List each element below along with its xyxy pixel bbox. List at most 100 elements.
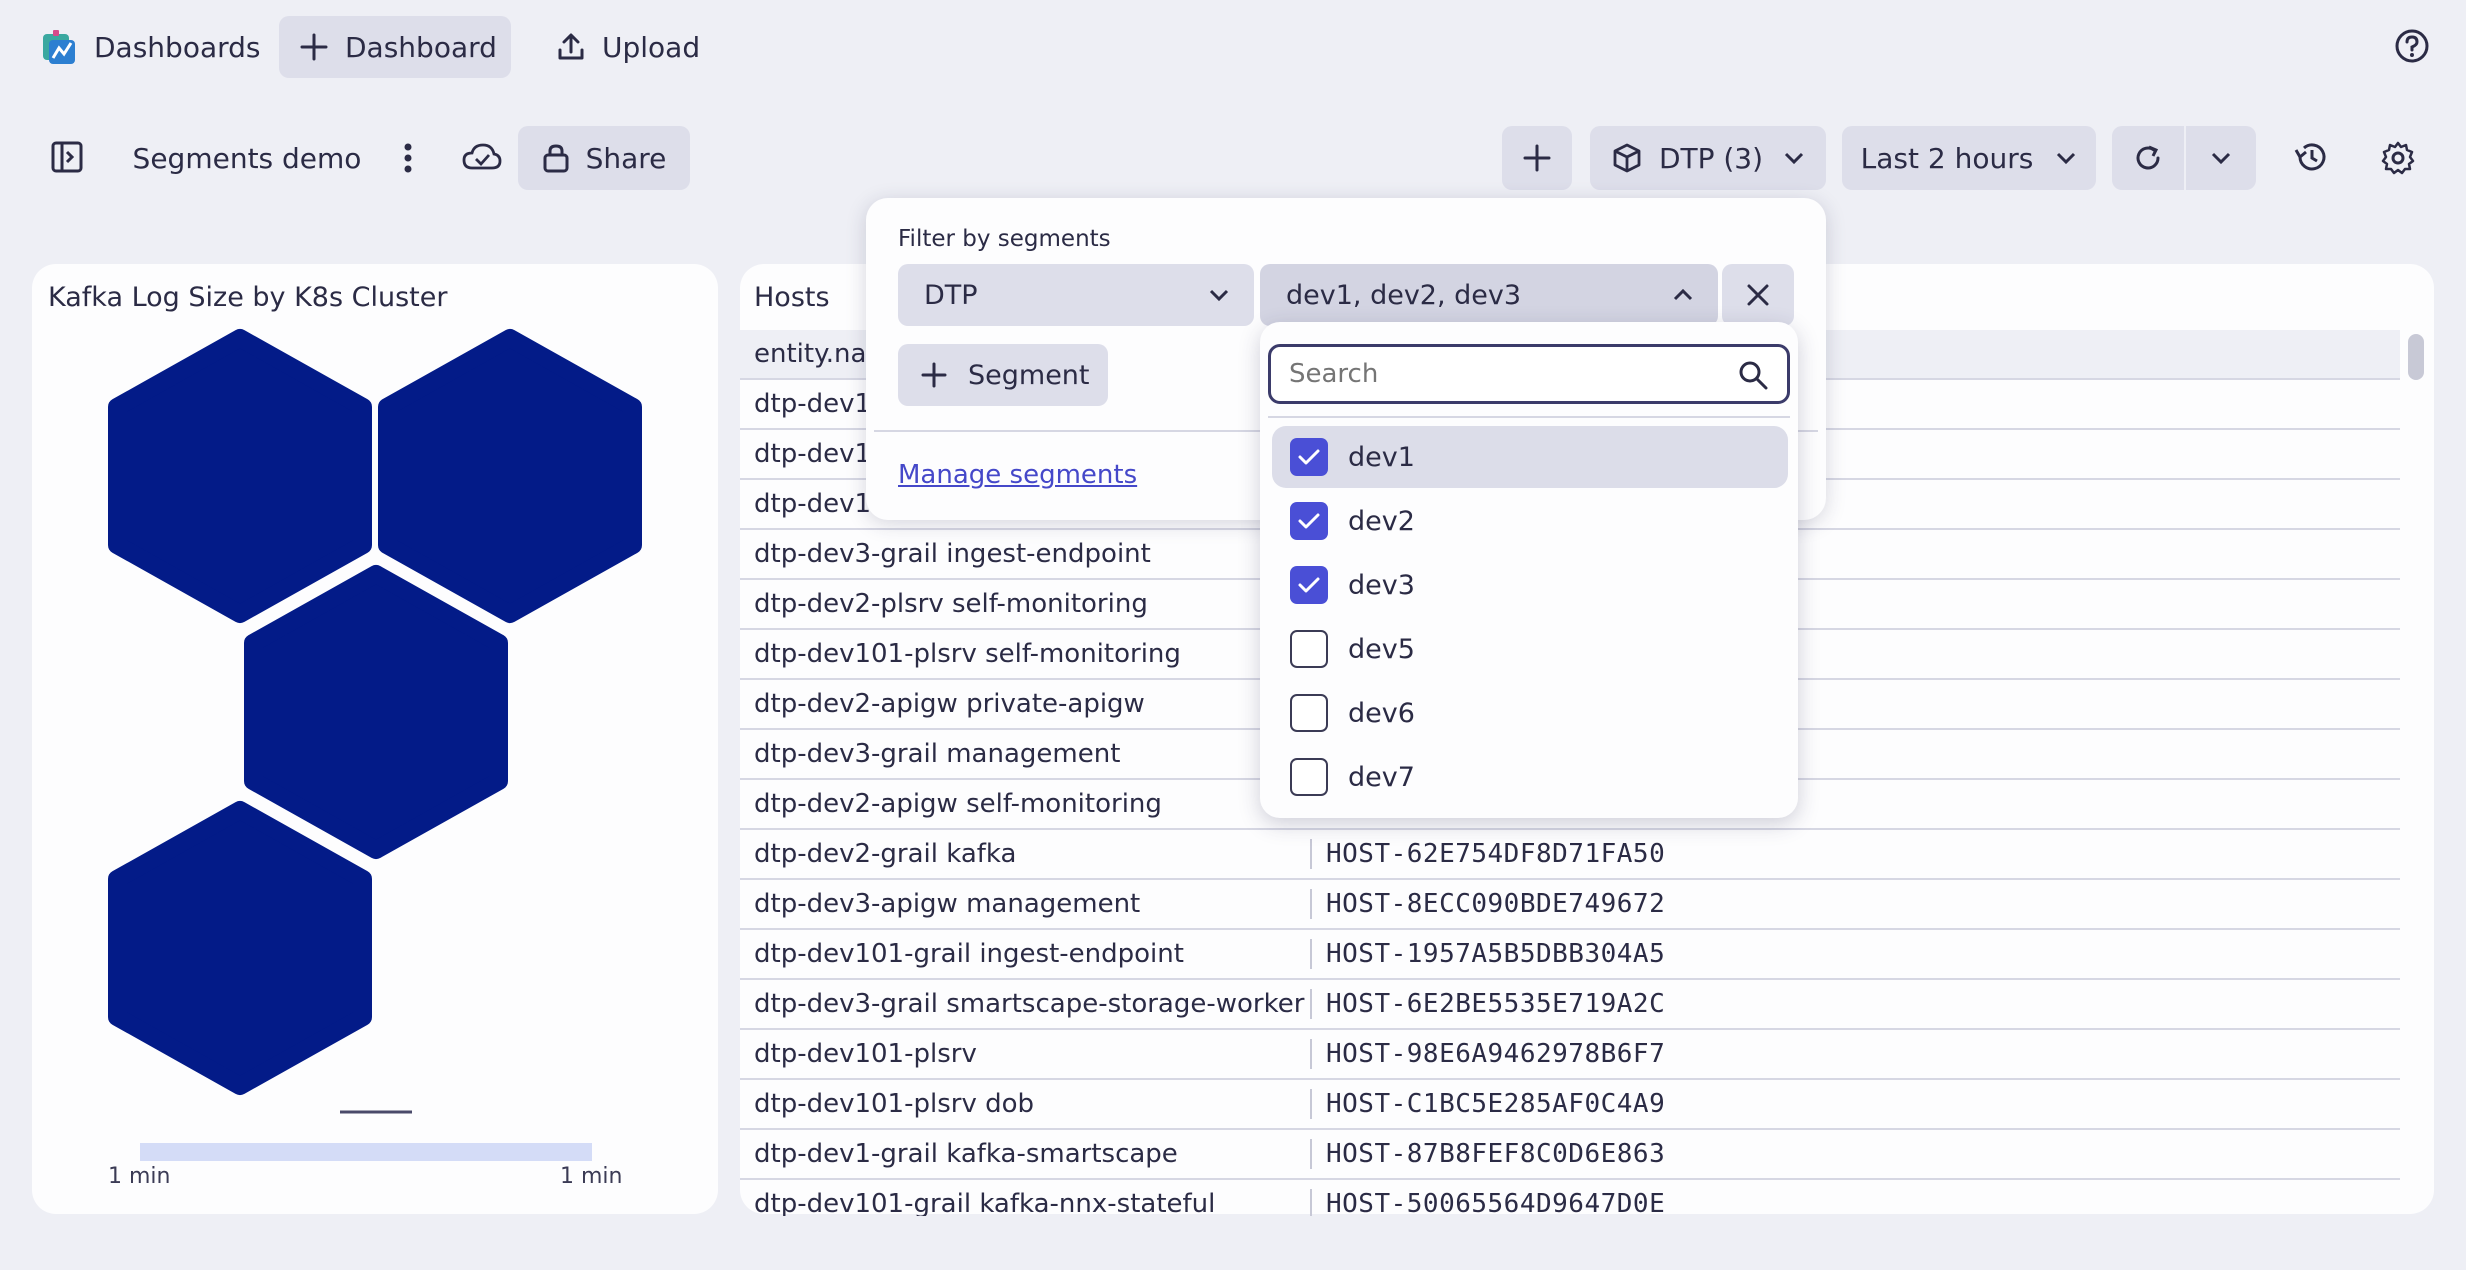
cell-entity-name: dtp-dev2-plsrv self-monitoring (754, 589, 1148, 619)
search-icon (1737, 359, 1769, 391)
refresh-icon (2132, 142, 2164, 174)
cell-entity-name: dtp-dev3-apigw management (754, 889, 1141, 919)
add-segment-label: Segment (968, 359, 1090, 391)
option-label: dev1 (1348, 441, 1415, 473)
top-app-bar: Dashboards Dashboard Upload (0, 0, 2466, 94)
checkbox-checked[interactable] (1290, 502, 1328, 540)
kafka-tile[interactable]: Kafka Log Size by K8s Cluster 1 min 1 mi… (32, 264, 718, 1214)
option-dev7[interactable]: dev7 (1272, 746, 1788, 808)
cell-host-id: HOST-87B8FEF8C0D6E863 (1310, 1139, 1665, 1169)
table-row[interactable]: dtp-dev3-apigw management HOST-8ECC090BDE… (740, 880, 2400, 930)
search-field[interactable] (1268, 344, 1790, 404)
new-dashboard-button[interactable]: Dashboard (279, 16, 511, 78)
option-dev2[interactable]: dev2 (1272, 490, 1788, 552)
cell-entity-name: dtp-dev101-plsrv self-monitoring (754, 639, 1181, 669)
close-icon (1745, 282, 1771, 308)
cell-entity-name: dtp-dev101-plsrv dob (754, 1089, 1035, 1119)
sidebar-toggle-icon[interactable] (50, 140, 84, 174)
variable-select-value: dev1, dev2, dev3 (1286, 279, 1522, 311)
lock-icon (542, 143, 570, 173)
checkbox-checked[interactable] (1290, 566, 1328, 604)
dashboards-app-button[interactable]: Dashboards (30, 16, 271, 78)
checkbox-unchecked[interactable] (1290, 758, 1328, 796)
cell-entity-name: dtp-dev3-grail ingest-endpoint (754, 539, 1151, 569)
table-row[interactable]: dtp-dev3-grail smartscape-storage-worker… (740, 980, 2400, 1030)
honeycomb-cell[interactable] (378, 329, 642, 623)
option-dev5[interactable]: dev5 (1272, 618, 1788, 680)
table-scrollbar[interactable] (2408, 334, 2424, 380)
chevron-down-icon (1208, 288, 1230, 302)
more-options-icon[interactable] (398, 142, 418, 174)
search-input[interactable] (1289, 357, 1709, 391)
upload-icon (556, 32, 602, 62)
segments-label: DTP (3) (1658, 141, 1764, 175)
cell-entity-name: dtp-dev1-grail kafka-smartscape (754, 1139, 1178, 1169)
plus-icon (299, 32, 345, 62)
cell-entity-name: dtp-dev101-plsrv (754, 1039, 977, 1069)
honeycomb-cell[interactable] (108, 801, 372, 1095)
dropdown-divider (1268, 416, 1790, 418)
table-row[interactable]: dtp-dev1-grail kafka-smartscape HOST-87B8… (740, 1130, 2400, 1180)
variable-select[interactable]: dev1, dev2, dev3 (1260, 264, 1718, 326)
checkbox-unchecked[interactable] (1290, 630, 1328, 668)
cell-entity-name: dtp-dev3-grail management (754, 739, 1121, 769)
cell-entity-name: dtp-dev2-apigw self-monitoring (754, 789, 1162, 819)
hosts-tile-title: Hosts (754, 282, 830, 313)
checkmark-icon (1298, 513, 1320, 529)
checkbox-checked[interactable] (1290, 438, 1328, 476)
cell-host-id: HOST-6E2BE5535E719A2C (1310, 989, 1665, 1019)
honeycomb-cell[interactable] (244, 565, 508, 859)
filter-title: Filter by segments (898, 226, 1111, 252)
table-row[interactable]: dtp-dev2-grail kafka HOST-62E754DF8D71FA5… (740, 830, 2400, 880)
new-dashboard-label: Dashboard (345, 30, 497, 64)
history-icon[interactable] (2292, 140, 2328, 174)
upload-label: Upload (602, 30, 701, 64)
option-dev1[interactable]: dev1 (1272, 426, 1788, 488)
option-label: dev7 (1348, 761, 1415, 793)
segment-select-value: DTP (924, 279, 978, 311)
legend-max-label: 1 min (560, 1164, 623, 1189)
remove-segment-button[interactable] (1722, 264, 1794, 326)
checkbox-unchecked[interactable] (1290, 694, 1328, 732)
legend-gradient-bar (140, 1143, 592, 1161)
timeframe-label: Last 2 hours (1860, 141, 2034, 175)
timeframe-selector[interactable]: Last 2 hours (1842, 126, 2096, 190)
cell-entity-name: dtp-dev101-grail ingest-endpoint (754, 939, 1184, 969)
upload-button[interactable]: Upload (546, 16, 710, 78)
cell-host-id: HOST-C1BC5E285AF0C4A9 (1310, 1089, 1665, 1119)
chevron-down-icon (2210, 151, 2232, 165)
option-dev3[interactable]: dev3 (1272, 554, 1788, 616)
cell-entity-name: dtp-dev3-grail smartscape-storage-worker (754, 989, 1305, 1019)
honeycomb-cell[interactable] (108, 329, 372, 623)
add-segment-button[interactable]: Segment (898, 344, 1108, 406)
segment-select[interactable]: DTP (898, 264, 1254, 326)
chevron-down-icon (2055, 151, 2077, 165)
refresh-button[interactable] (2112, 126, 2184, 190)
dashboards-app-label: Dashboards (94, 30, 261, 64)
chevron-down-icon (1783, 151, 1805, 165)
refresh-options-button[interactable] (2186, 126, 2256, 190)
add-tile-button[interactable] (1502, 126, 1572, 190)
share-label: Share (585, 141, 667, 175)
settings-gear-icon[interactable] (2380, 140, 2416, 176)
honeycomb-chart (108, 329, 642, 1161)
table-row[interactable]: dtp-dev101-grail kafka-nnx-stateful HOST-… (740, 1180, 2400, 1216)
table-row[interactable]: dtp-dev101-grail ingest-endpoint HOST-195… (740, 930, 2400, 980)
cell-host-id: HOST-62E754DF8D71FA50 (1310, 839, 1665, 869)
legend-min-label: 1 min (108, 1164, 171, 1189)
option-label: dev3 (1348, 569, 1415, 601)
cell-host-id: HOST-8ECC090BDE749672 (1310, 889, 1665, 919)
cloud-saved-icon (462, 142, 502, 172)
table-row[interactable]: dtp-dev101-plsrv HOST-98E6A9462978B6F7 (740, 1030, 2400, 1080)
option-label: dev5 (1348, 633, 1415, 665)
chevron-up-icon (1672, 288, 1694, 302)
manage-segments-link[interactable]: Manage segments (898, 460, 1137, 490)
help-icon[interactable] (2394, 28, 2430, 64)
segments-button[interactable]: DTP (3) (1590, 126, 1826, 190)
table-row[interactable]: dtp-dev101-plsrv dob HOST-C1BC5E285AF0C4A… (740, 1080, 2400, 1130)
share-button[interactable]: Share (518, 126, 690, 190)
cell-host-id: HOST-50065564D9647D0E (1310, 1189, 1665, 1216)
dashboard-title[interactable]: Segments demo (132, 126, 362, 190)
option-dev6[interactable]: dev6 (1272, 682, 1788, 744)
cell-entity-name: dtp-dev2-grail kafka (754, 839, 1017, 869)
